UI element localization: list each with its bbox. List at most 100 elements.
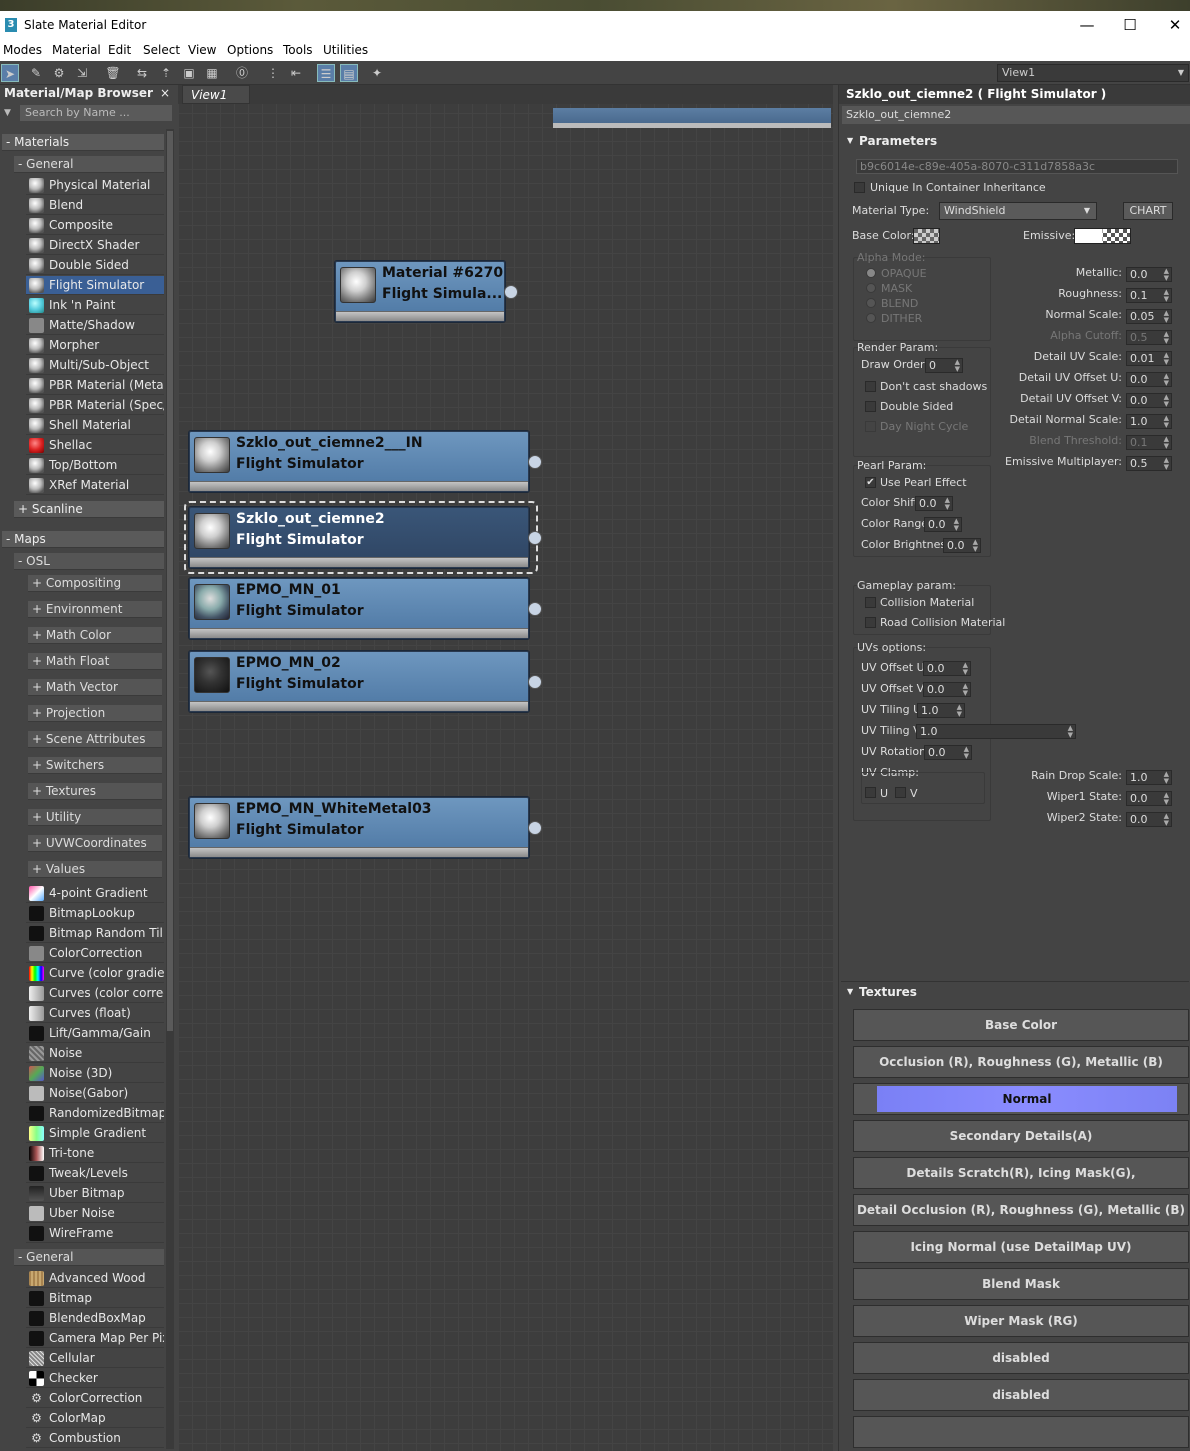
clamp-v-checkbox[interactable] [895,787,906,798]
map-item-uber-noise[interactable]: Uber Noise [26,1204,164,1223]
map-item-camera-map-per-pixel[interactable]: Camera Map Per Pixel [26,1329,164,1348]
material-item-xref-material[interactable]: XRef Material [26,476,164,495]
material-item-matte-shadow[interactable]: Matte/Shadow [26,316,164,335]
map-item-combustion[interactable]: ⚙ Combustion [26,1429,164,1448]
base-color-swatch[interactable] [913,228,940,244]
param-wiper1-state-spinner[interactable]: 0.0 ▲ ▼ [1126,791,1172,806]
menu-edit[interactable]: Edit [108,43,131,57]
map-item-curves-float[interactable]: Curves (float) [26,1004,164,1023]
search-input[interactable]: Search by Name ... [20,105,172,121]
color-brightness-spinner[interactable]: 0.0 ▲ ▼ [943,538,981,553]
browser-scrollbar[interactable] [166,129,174,1449]
uv-tiling-v-spinner[interactable]: 1.0 ▲ ▼ [916,724,1076,739]
osl-category-math-color[interactable]: + Math Color [28,627,162,644]
texture-slot-disabled-button[interactable]: disabled [853,1379,1189,1411]
texture-slot-normal-button[interactable]: Normal [853,1083,1189,1115]
map-item-tri-tone[interactable]: Tri-tone [26,1144,164,1163]
material-map-browser-icon[interactable]: ☰ [317,64,335,82]
tab-view1[interactable]: View1 [182,85,250,104]
output-socket[interactable] [504,284,518,299]
map-item-bitmaplookup[interactable]: BitmapLookup [26,904,164,923]
maximize-button[interactable]: ☐ [1115,15,1145,35]
output-socket[interactable] [528,601,542,616]
alpha-mode-mask-radio[interactable] [866,283,876,293]
material-node-epmo-mn-01[interactable]: EPMO_MN_01 Flight Simulator [189,578,542,639]
uv-offset-v-spinner[interactable]: 0.0 ▲ ▼ [923,682,971,697]
assign-to-selection-icon[interactable]: ⇲ [73,64,91,82]
osl-category-environment[interactable]: + Environment [28,601,162,618]
map-item-cellular[interactable]: Cellular [26,1349,164,1368]
osl-category-projection[interactable]: + Projection [28,705,162,722]
map-item-wireframe[interactable]: WireFrame [26,1224,164,1243]
map-item-lift-gamma-gain[interactable]: Lift/Gamma/Gain [26,1024,164,1043]
texture-slot-secondary-details-a-button[interactable]: Secondary Details(A) [853,1120,1189,1152]
material-id-icon[interactable]: ⓪ [233,64,251,82]
map-item-bitmap-random-tiling[interactable]: Bitmap Random Tiling [26,924,164,943]
menu-tools[interactable]: Tools [283,43,313,57]
material-node-szklo-out-ciemne2[interactable]: Szklo_out_ciemne2 Flight Simulator [189,507,542,568]
material-item-shellac[interactable]: Shellac [26,436,164,455]
material-node-szklo-out-ciemne2-in[interactable]: Szklo_out_ciemne2___IN Flight Simulator [189,431,542,492]
material-item-physical-material[interactable]: Physical Material [26,176,164,195]
texture-slot-detail-occlusion-r-roughness-g-metallic-b-button[interactable]: Detail Occlusion (R), Roughness (G), Met… [853,1194,1189,1226]
layout-children-icon[interactable]: ⇤ [287,64,305,82]
materials-group-header[interactable]: - Materials [2,134,164,151]
texture-slot-base-color-button[interactable]: Base Color [853,1009,1189,1041]
osl-category-switchers[interactable]: + Switchers [28,757,162,774]
menu-material[interactable]: Material [52,43,101,57]
material-item-top-bottom[interactable]: Top/Bottom [26,456,164,475]
material-item-flight-simulator[interactable]: Flight Simulator [26,276,164,295]
select-by-material-icon[interactable]: ✦ [368,64,386,82]
param-blend-threshold-spinner[interactable]: 0.1 ▲ ▼ [1126,435,1172,450]
param-detail-uv-scale-spinner[interactable]: 0.01 ▲ ▼ [1126,351,1172,366]
param-wiper2-state-spinner[interactable]: 0.0 ▲ ▼ [1126,812,1172,827]
background-icon[interactable]: ▦ [203,64,221,82]
search-options-icon[interactable]: ▼ [4,108,11,118]
move-children-icon[interactable]: ⇆ [133,64,151,82]
parameters-rollout-header[interactable]: ▼ Parameters [841,131,1189,151]
use-pearl-effect-checkbox[interactable]: ✔ [865,477,876,488]
osl-category-textures[interactable]: + Textures [28,783,162,800]
close-button[interactable]: ✕ [1160,15,1190,35]
map-item-simple-gradient[interactable]: Simple Gradient [26,1124,164,1143]
uv-tiling-u-spinner[interactable]: 1.0 ▲ ▼ [917,703,965,718]
material-item-blend[interactable]: Blend [26,196,164,215]
offscreen-node[interactable] [553,108,831,128]
map-item-bitmap[interactable]: Bitmap [26,1289,164,1308]
scrollbar-thumb[interactable] [167,131,173,1031]
layout-all-icon[interactable]: ⋮ [264,64,282,82]
map-item-curves-color-correc[interactable]: Curves (color correc... [26,984,164,1003]
guid-field[interactable]: b9c6014e-c89e-405a-8070-c311d7858a3c [856,159,1178,174]
maps-group-header[interactable]: - Maps [2,531,164,548]
material-node-epmo-mn-whitemetal03[interactable]: EPMO_MN_WhiteMetal03 Flight Simulator [189,797,542,858]
param-alpha-cutoff-spinner[interactable]: 0.5 ▲ ▼ [1126,330,1172,345]
param-emissive-multiplayer-spinner[interactable]: 0.5 ▲ ▼ [1126,456,1172,471]
material-item-double-sided[interactable]: Double Sided [26,256,164,275]
uv-offset-u-spinner[interactable]: 0.0 ▲ ▼ [923,661,971,676]
map-item-randomizedbitmaps[interactable]: RandomizedBitmaps [26,1104,164,1123]
map-item-blendedboxmap[interactable]: BlendedBoxMap [26,1309,164,1328]
output-socket[interactable] [528,530,542,545]
param-detail-normal-scale-spinner[interactable]: 1.0 ▲ ▼ [1126,414,1172,429]
chart-button[interactable]: CHART [1123,202,1173,220]
uv-rotation-spinner[interactable]: 0.0 ▲ ▼ [924,745,972,760]
material-item-directx-shader[interactable]: DirectX Shader [26,236,164,255]
param-normal-scale-spinner[interactable]: 0.05 ▲ ▼ [1126,309,1172,324]
pick-material-icon[interactable]: ✎ [27,64,45,82]
map-item-colormap[interactable]: ⚙ ColorMap [26,1409,164,1428]
map-item-uber-bitmap[interactable]: Uber Bitmap [26,1184,164,1203]
texture-slot-disabled-button[interactable]: disabled [853,1342,1189,1374]
road-collision-material-checkbox[interactable] [865,617,876,628]
map-item-noise-gabor[interactable]: Noise(Gabor) [26,1084,164,1103]
osl-category-uvwcoordinates[interactable]: + UVWCoordinates [28,835,162,852]
texture-slot-icing-normal-use-detailmap-uv-button[interactable]: Icing Normal (use DetailMap UV) [853,1231,1189,1263]
texture-slot-blend-mask-button[interactable]: Blend Mask [853,1268,1189,1300]
map-item-noise[interactable]: Noise [26,1044,164,1063]
material-node-material-6270[interactable]: Material #6270 Flight Simula... [335,261,518,322]
menu-options[interactable]: Options [227,43,273,57]
emissive-swatch[interactable] [1074,228,1131,244]
browser-close-icon[interactable]: × [160,85,170,102]
unique-inheritance-checkbox[interactable] [854,182,865,193]
osl-category-math-vector[interactable]: + Math Vector [28,679,162,696]
map-item-advanced-wood[interactable]: Advanced Wood [26,1269,164,1288]
